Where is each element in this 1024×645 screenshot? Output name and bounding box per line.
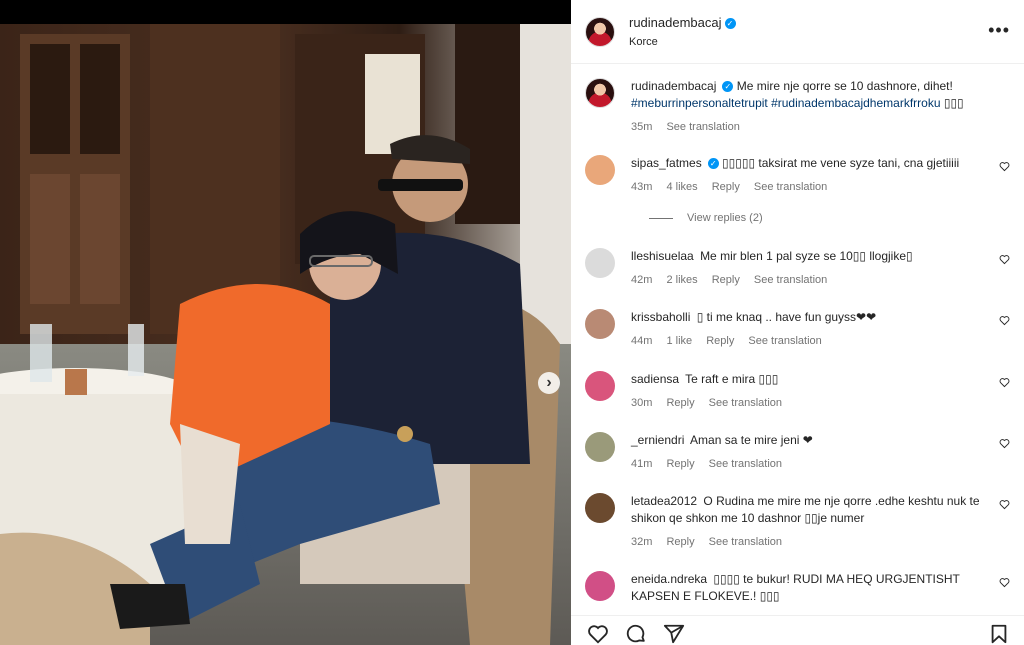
- comment-text: Me mir blen 1 pal syze se 10▯▯ llogjike▯: [700, 249, 913, 263]
- comment-time: 42m: [631, 274, 653, 286]
- comment-username[interactable]: sipas_fatmes: [631, 156, 702, 170]
- see-translation-link[interactable]: See translation: [666, 121, 739, 133]
- post-actions-bar: [571, 615, 1024, 645]
- avatar[interactable]: [585, 78, 615, 108]
- comment-username[interactable]: krissbaholli: [631, 310, 690, 324]
- see-translation-link[interactable]: See translation: [754, 274, 827, 286]
- comment-text: Te raft e mira ▯▯▯: [685, 372, 779, 386]
- comment-likes[interactable]: 1 like: [666, 335, 692, 347]
- heart-icon[interactable]: [999, 161, 1010, 172]
- reply-button[interactable]: Reply: [712, 274, 740, 286]
- divider: [649, 217, 673, 219]
- comment-item: _erniendri Aman sa te mire jeni ❤ 41m Re…: [585, 432, 1010, 470]
- comment-username[interactable]: lleshisuelaa: [631, 249, 694, 263]
- bookmark-icon[interactable]: [988, 623, 1010, 645]
- comment-username[interactable]: eneida.ndreka: [631, 572, 707, 586]
- comment-username[interactable]: letadea2012: [631, 494, 697, 508]
- share-icon[interactable]: [663, 623, 685, 645]
- reply-button[interactable]: Reply: [712, 181, 740, 193]
- chevron-right-icon: ›: [546, 374, 552, 391]
- verified-badge-icon: ✓: [724, 18, 736, 29]
- comments-list: rudinadembacaj ✓ Me mire nje qorre se 10 …: [571, 64, 1024, 615]
- reply-button[interactable]: Reply: [706, 335, 734, 347]
- see-translation-link[interactable]: See translation: [748, 335, 821, 347]
- comment-time: 32m: [631, 536, 653, 548]
- comment-time: 44m: [631, 335, 653, 347]
- reply-button[interactable]: Reply: [666, 458, 694, 470]
- avatar[interactable]: [585, 16, 615, 47]
- comment-text: ▯ ti me knaq .. have fun guyss❤❤: [696, 310, 877, 324]
- post-location[interactable]: Korce: [629, 36, 736, 48]
- comment-likes[interactable]: 4 likes: [666, 181, 697, 193]
- comment-text: Aman sa te mire jeni ❤: [690, 433, 813, 447]
- comment-time: 43m: [631, 181, 653, 193]
- avatar[interactable]: [585, 155, 615, 185]
- heart-icon[interactable]: [999, 438, 1010, 449]
- heart-icon[interactable]: [999, 577, 1010, 588]
- comment-item: lleshisuelaa Me mir blen 1 pal syze se 1…: [585, 248, 1010, 286]
- avatar[interactable]: [585, 571, 615, 601]
- post-detail-panel: rudinadembacaj ✓ Korce ••• rudinadembacaj…: [571, 0, 1024, 645]
- avatar[interactable]: [585, 309, 615, 339]
- comment-item: letadea2012 O Rudina me mire me nje qorr…: [585, 493, 1010, 548]
- view-replies-button[interactable]: View replies (2): [649, 212, 763, 224]
- comment-item: sipas_fatmes ✓ ▯▯▯▯▯ taksirat me vene syz…: [585, 155, 1010, 193]
- comment-item: sadiensa Te raft e mira ▯▯▯ 30m Reply Se…: [585, 371, 1010, 409]
- avatar[interactable]: [585, 248, 615, 278]
- verified-badge-icon: ✓: [707, 158, 719, 169]
- comment-username[interactable]: _erniendri: [631, 433, 684, 447]
- comment-username[interactable]: sadiensa: [631, 372, 679, 386]
- avatar[interactable]: [585, 371, 615, 401]
- heart-icon[interactable]: [587, 623, 609, 645]
- comment-icon[interactable]: [625, 623, 647, 645]
- caption-username[interactable]: rudinadembacaj: [631, 79, 716, 93]
- post-header: rudinadembacaj ✓ Korce •••: [571, 0, 1024, 64]
- view-replies-label: View replies (2): [687, 212, 763, 224]
- post-media: ›: [0, 0, 571, 645]
- next-photo-button[interactable]: ›: [538, 372, 560, 394]
- caption-time: 35m: [631, 121, 653, 133]
- caption-hashtags[interactable]: #meburrinpersonaltetrupit #rudinadembaca…: [631, 96, 941, 110]
- avatar[interactable]: [585, 493, 615, 523]
- see-translation-link[interactable]: See translation: [709, 397, 782, 409]
- post-photo: [0, 24, 571, 645]
- see-translation-link[interactable]: See translation: [709, 536, 782, 548]
- heart-icon[interactable]: [999, 254, 1010, 265]
- reply-button[interactable]: Reply: [666, 397, 694, 409]
- see-translation-link[interactable]: See translation: [754, 181, 827, 193]
- comment-likes[interactable]: 2 likes: [666, 274, 697, 286]
- heart-icon[interactable]: [999, 499, 1010, 510]
- see-translation-link[interactable]: See translation: [709, 458, 782, 470]
- heart-icon[interactable]: [999, 315, 1010, 326]
- post-username[interactable]: rudinadembacaj: [629, 15, 722, 30]
- avatar[interactable]: [585, 432, 615, 462]
- caption: rudinadembacaj ✓ Me mire nje qorre se 10 …: [585, 78, 1010, 133]
- caption-emoji: ▯▯▯: [943, 96, 964, 110]
- comment-time: 41m: [631, 458, 653, 470]
- comment-time: 30m: [631, 397, 653, 409]
- comment-text: ▯▯▯▯▯ taksirat me vene syze tani, cna gj…: [722, 156, 960, 170]
- more-options-icon[interactable]: •••: [988, 20, 1010, 41]
- comment-item: eneida.ndreka ▯▯▯▯ te bukur! RUDI MA HEQ…: [585, 571, 1010, 605]
- reply-button[interactable]: Reply: [666, 536, 694, 548]
- verified-badge-icon: ✓: [722, 81, 734, 92]
- caption-text: Me mire nje qorre se 10 dashnore, dihet!: [736, 79, 953, 93]
- comment-item: krissbaholli ▯ ti me knaq .. have fun gu…: [585, 309, 1010, 347]
- heart-icon[interactable]: [999, 377, 1010, 388]
